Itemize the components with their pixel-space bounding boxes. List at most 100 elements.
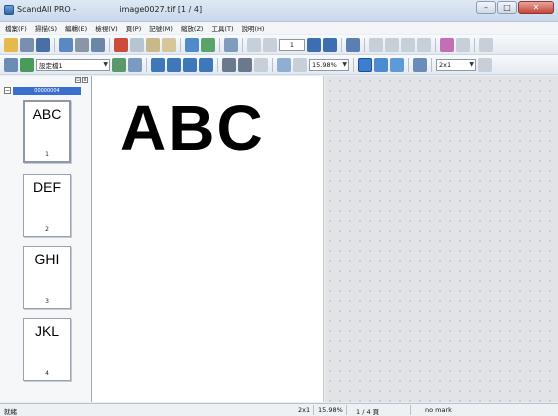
thumbnail-number: 4 [45, 370, 49, 377]
insert-page-icon[interactable] [369, 37, 383, 52]
status-message: 就緒 [4, 408, 17, 416]
maximize-button[interactable]: □ [497, 1, 517, 14]
magnifier-icon[interactable] [413, 57, 427, 72]
first-page-icon[interactable] [247, 37, 261, 52]
previous-page-icon[interactable] [263, 37, 277, 52]
menu-tools[interactable]: 工具(T) [211, 23, 233, 33]
menu-edit[interactable]: 編輯(E) [65, 23, 87, 33]
chevron-down-icon: ▼ [342, 60, 347, 68]
thumbnail-text: ABC [32, 106, 62, 122]
status-zoom: 15.98% [318, 406, 343, 414]
replace-page-icon[interactable] [401, 37, 415, 52]
document-view[interactable]: ABC [92, 76, 324, 402]
thumbnail-page-2[interactable]: DEF 2 [23, 174, 71, 237]
toolbar-separator [219, 37, 220, 52]
rescan-page-icon[interactable] [417, 37, 431, 52]
scan-settings-icon[interactable] [20, 57, 34, 72]
mark-icon[interactable] [440, 37, 454, 52]
title-bar: ScandAll PRO - image0027.tif [1 / 4] – □… [0, 0, 558, 22]
delete-page-icon[interactable] [114, 37, 128, 52]
append-page-icon[interactable] [385, 37, 399, 52]
print-icon[interactable] [75, 37, 89, 52]
properties-icon[interactable] [59, 37, 73, 52]
collapse-icon[interactable]: − [4, 87, 11, 94]
rotate-right-icon[interactable] [167, 57, 181, 72]
view-mode-select-value: 2x1 [439, 60, 452, 69]
menu-mark[interactable]: 記號(M) [149, 23, 173, 33]
send-mail-icon[interactable] [91, 37, 105, 52]
batch-icon[interactable] [479, 37, 493, 52]
zoom-out-icon[interactable] [293, 57, 307, 72]
toolbar-separator [474, 37, 475, 52]
last-page-icon[interactable] [323, 37, 337, 52]
profile-select[interactable]: 設定檔1 ▼ [36, 58, 110, 71]
toolbar-separator [364, 37, 365, 52]
undo-icon[interactable] [185, 37, 199, 52]
open-folder-icon[interactable] [4, 37, 18, 52]
fit-width-icon[interactable] [374, 57, 388, 72]
panel-header: ▫ x [0, 76, 91, 84]
page-setup-icon[interactable] [224, 37, 238, 52]
close-button[interactable]: ✕ [518, 1, 554, 14]
deskew-icon[interactable] [222, 57, 236, 72]
thumbnail-number: 3 [45, 298, 49, 305]
view-mode-select[interactable]: 2x1 ▼ [436, 58, 476, 71]
thumbnail-page-1[interactable]: ABC 1 [23, 100, 71, 163]
zoom-select[interactable]: 15.98% ▼ [309, 58, 349, 71]
go-to-page-icon[interactable] [346, 37, 360, 52]
save-as-icon[interactable] [36, 37, 50, 52]
panel-close-icon[interactable]: x [82, 77, 88, 83]
panel-restore-icon[interactable]: ▫ [75, 77, 81, 83]
menu-bar: 檔案(F) 掃描(S) 編輯(E) 檢視(V) 頁(P) 記號(M) 縮放(Z)… [0, 22, 558, 34]
document-node[interactable]: − 00000004 [4, 86, 81, 95]
rotate-180-icon[interactable] [183, 57, 197, 72]
toolbar-separator [54, 37, 55, 52]
toolbar-separator [146, 57, 147, 72]
zoom-select-value: 15.98% [312, 60, 337, 69]
unmark-icon[interactable] [456, 37, 470, 52]
cut-icon[interactable] [130, 37, 144, 52]
status-divider [346, 405, 347, 415]
flip-icon[interactable] [199, 57, 213, 72]
scan-icon[interactable] [4, 57, 18, 72]
menu-zoom[interactable]: 縮放(Z) [181, 23, 204, 33]
status-page: 1 / 4 頁 [356, 408, 380, 416]
app-icon [4, 5, 14, 15]
redo-icon[interactable] [201, 37, 215, 52]
toolbar-separator [272, 57, 273, 72]
profile-select-value: 設定檔1 [39, 61, 63, 70]
thumbnail-text: GHI [34, 251, 60, 267]
empty-workspace [325, 76, 558, 402]
rotate-left-icon[interactable] [151, 57, 165, 72]
chevron-down-icon: ▼ [469, 60, 474, 68]
actual-size-icon[interactable] [390, 57, 404, 72]
menu-help[interactable]: 說明(H) [242, 23, 265, 33]
thumbnail-page-4[interactable]: JKL 4 [23, 318, 71, 381]
status-view-mode: 2x1 [298, 406, 311, 414]
menu-view[interactable]: 檢視(V) [95, 23, 118, 33]
document-page-text: ABC [120, 92, 265, 164]
toolbar-separator [353, 57, 354, 72]
save-icon[interactable] [20, 37, 34, 52]
copy-icon[interactable] [146, 37, 160, 52]
fit-page-icon[interactable] [358, 57, 372, 72]
scan-to-printer-icon[interactable] [128, 57, 142, 72]
scan-to-file-icon[interactable] [112, 57, 126, 72]
window-controls: – □ ✕ [476, 1, 554, 14]
grid-view-icon[interactable] [478, 57, 492, 72]
menu-file[interactable]: 檔案(F) [5, 23, 27, 33]
paste-icon[interactable] [162, 37, 176, 52]
crop-icon[interactable] [238, 57, 252, 72]
thumbnail-page-3[interactable]: GHI 3 [23, 246, 71, 309]
thumbnail-number: 2 [45, 226, 49, 233]
next-page-icon[interactable] [307, 37, 321, 52]
menu-page[interactable]: 頁(P) [126, 23, 142, 33]
document-label: 00000004 [13, 86, 81, 95]
page-number-input[interactable]: 1 [279, 38, 305, 51]
zoom-in-icon[interactable] [277, 57, 291, 72]
menu-scan[interactable]: 掃描(S) [35, 23, 57, 33]
window-title: ScandAll PRO - image0027.tif [1 / 4] [17, 5, 203, 14]
clear-icon[interactable] [254, 57, 268, 72]
main-toolbar: 1 [0, 35, 558, 55]
minimize-button[interactable]: – [476, 1, 496, 14]
